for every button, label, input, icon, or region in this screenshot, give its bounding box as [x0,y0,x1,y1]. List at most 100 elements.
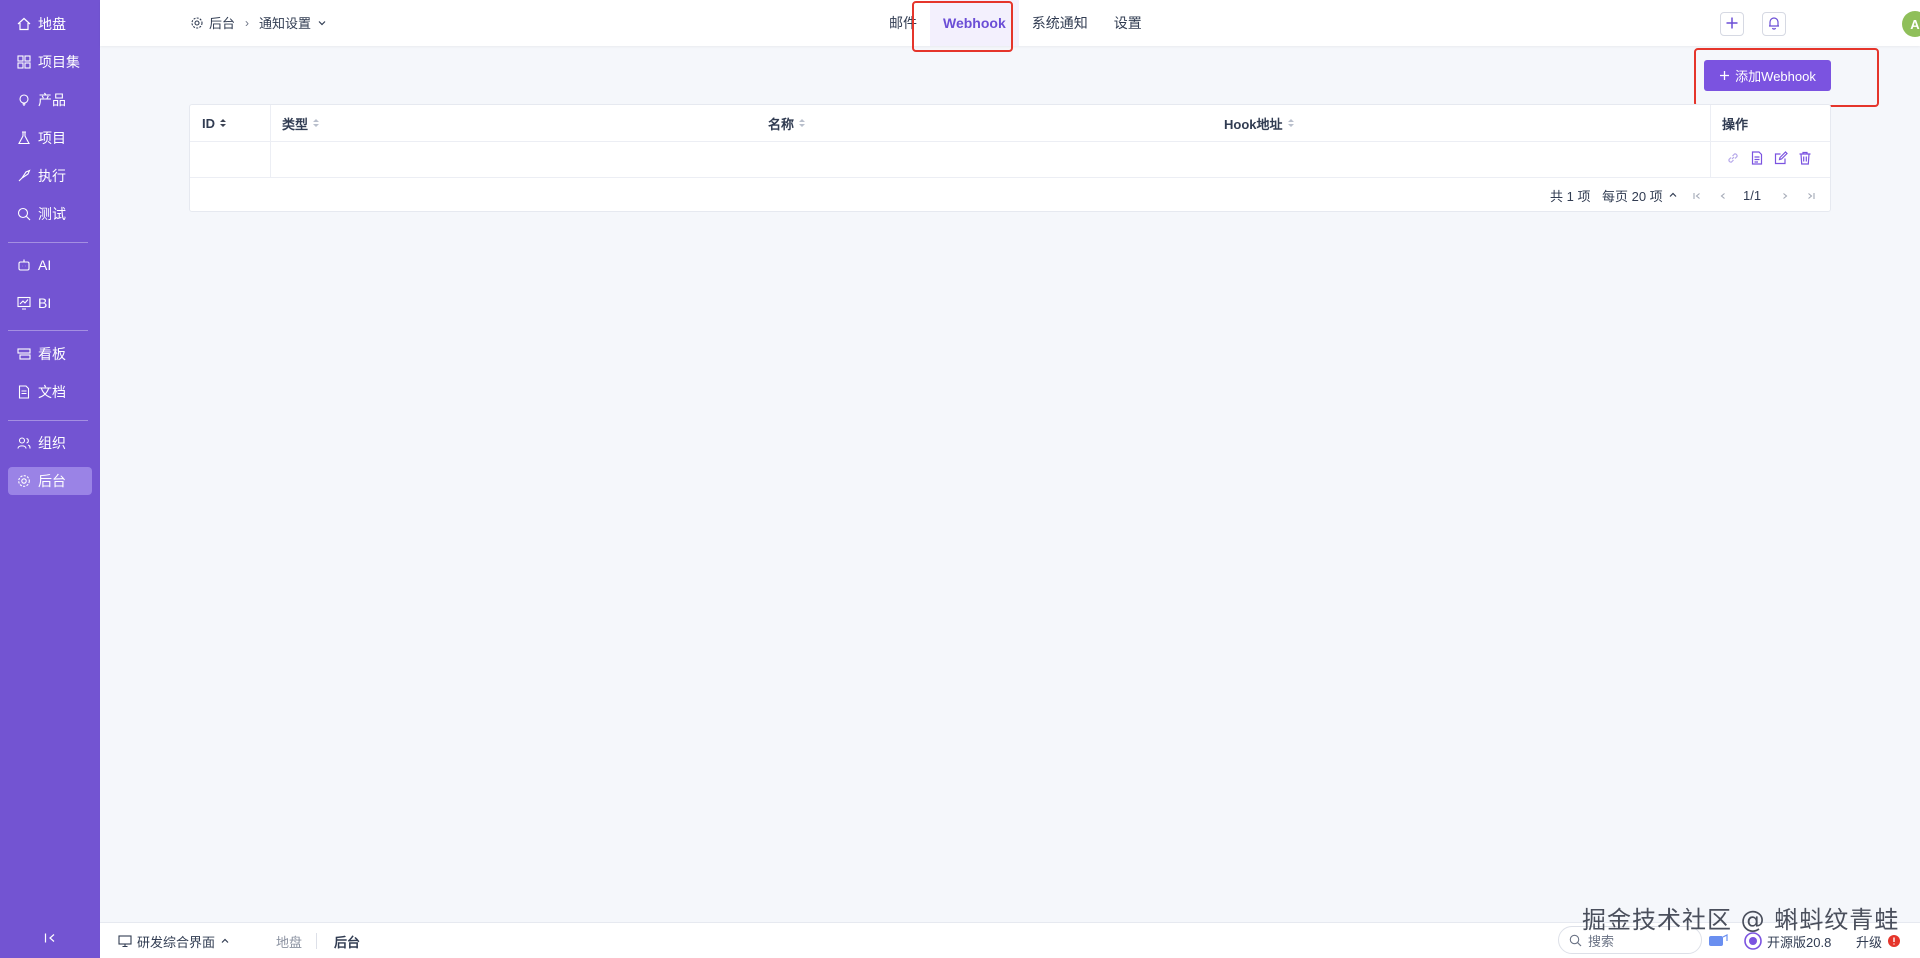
tab-webhook[interactable]: Webhook [930,0,1019,46]
bell-icon [1767,16,1781,33]
sidebar-item-label: 地盘 [38,16,66,32]
sidebar-item-program[interactable]: 项目集 [8,48,92,76]
last-page-button[interactable] [1804,189,1818,203]
gear-icon [190,16,204,30]
prev-page-button[interactable] [1716,189,1730,203]
sort-icon [312,118,320,128]
sidebar-item-home[interactable]: 地盘 [8,10,92,38]
notification-button[interactable] [1762,12,1786,36]
breadcrumb: 后台 › 通知设置 [190,13,327,32]
column-header-actions: 操作 [1722,105,1748,141]
edit-icon [1774,150,1788,168]
first-page-icon [1692,188,1702,204]
trash-icon [1798,151,1812,168]
flask-icon [16,130,32,146]
chevron-right-icon: › [245,15,250,30]
chevron-right-icon [1780,188,1790,204]
column-header-name[interactable]: 名称 [768,105,806,141]
sidebar-item-label: 产品 [38,92,66,108]
kanban-icon [16,346,32,362]
sort-icon [219,118,227,128]
plus-icon [1719,70,1730,81]
sidebar-item-label: 文档 [38,384,66,400]
sidebar-item-execution[interactable]: 执行 [8,162,92,190]
sidebar-item-label: 测试 [38,206,66,222]
chevron-up-icon [1668,190,1678,200]
collapse-icon [44,931,56,947]
page-indicator: 1/1 [1743,187,1762,203]
column-header-id[interactable]: ID [202,105,227,141]
next-page-button[interactable] [1778,189,1792,203]
document-icon [16,384,32,400]
sidebar-item-doc[interactable]: 文档 [8,378,92,406]
test-link-button[interactable] [1724,150,1742,168]
sidebar-item-ai[interactable]: AI [8,251,92,279]
edit-button[interactable] [1772,150,1790,168]
chevron-down-icon[interactable] [317,18,327,28]
chevron-left-icon [1718,188,1728,204]
delete-button[interactable] [1796,150,1814,168]
add-webhook-label: 添加Webhook [1735,69,1816,84]
sidebar-item-kanban[interactable]: 看板 [8,340,92,368]
tab-settings[interactable]: 设置 [1101,0,1155,46]
watermark: 掘金技术社区 @ 蝌蚪纹青蛙 [1582,906,1900,934]
sidebar-divider [8,242,88,243]
top-header: 后台 › 通知设置 邮件 Webhook 系统通知 设置 A [100,0,1920,46]
column-header-label: 操作 [1722,116,1749,132]
avatar[interactable]: A [1902,11,1920,37]
gear-icon [16,473,32,489]
add-webhook-button[interactable]: 添加Webhook [1704,60,1831,91]
sidebar-item-bi[interactable]: BI [8,289,92,317]
sidebar-item-admin[interactable]: 后台 [8,467,92,495]
document-icon [1750,150,1764,168]
page-size-label: 每页 20 项 [1602,188,1663,204]
sidebar-item-label: 执行 [38,168,66,184]
sidebar-item-label: 看板 [38,346,66,362]
breadcrumb-current[interactable]: 通知设置 [259,13,311,32]
collapse-sidebar-button[interactable] [40,930,60,948]
column-header-label: 类型 [282,116,309,132]
sidebar: 地盘 项目集 产品 项目 执行 测试 AI BI 看板 文档 组织 后台 [0,0,100,958]
app-switch-button[interactable]: 研发综合界面 [118,923,230,958]
sidebar-item-label: 组织 [38,435,66,451]
tab-system-notice[interactable]: 系统通知 [1019,0,1101,46]
sidebar-item-product[interactable]: 产品 [8,86,92,114]
view-log-button[interactable] [1748,150,1766,168]
sidebar-item-label: 项目 [38,130,66,146]
footer-tab-dashboard[interactable]: 地盘 [276,923,302,958]
tab-bar: 邮件 Webhook 系统通知 设置 [876,0,1155,46]
grid-icon [16,54,32,70]
column-header-type[interactable]: 类型 [282,105,320,141]
column-header-hook-url[interactable]: Hook地址 [1224,105,1295,141]
webhook-table: ID 类型 名称 Hook地址 操作 共 1 项 每页 20 项 1/1 [189,104,1831,212]
sidebar-item-label: BI [38,295,52,311]
sort-icon [798,118,806,128]
sidebar-item-label: 后台 [38,473,66,489]
app-switch-label: 研发综合界面 [137,934,216,950]
sidebar-item-org[interactable]: 组织 [8,429,92,457]
link-icon [1726,151,1740,168]
rocket-icon [16,168,32,184]
sidebar-divider [8,330,88,331]
sidebar-divider [8,420,88,421]
column-header-label: 名称 [768,116,795,132]
sidebar-item-test[interactable]: 测试 [8,200,92,228]
chevron-up-icon [220,936,230,946]
sidebar-item-label: 项目集 [38,54,80,70]
search-icon [1569,934,1582,947]
tab-email[interactable]: 邮件 [876,0,930,46]
search-bug-icon [16,206,32,222]
robot-icon [16,257,32,273]
sidebar-item-project[interactable]: 项目 [8,124,92,152]
footer-tab-admin[interactable]: 后台 [334,923,360,958]
column-header-label: Hook地址 [1224,116,1283,132]
last-page-icon [1806,188,1816,204]
header-row-divider [190,141,1830,142]
first-page-button[interactable] [1690,189,1704,203]
breadcrumb-root[interactable]: 后台 [209,13,235,32]
create-button[interactable] [1720,12,1744,36]
page-size-select[interactable]: 每页 20 项 [1602,177,1678,213]
plus-icon [1725,16,1739,33]
home-icon [16,16,32,32]
column-header-label: ID [202,115,215,131]
